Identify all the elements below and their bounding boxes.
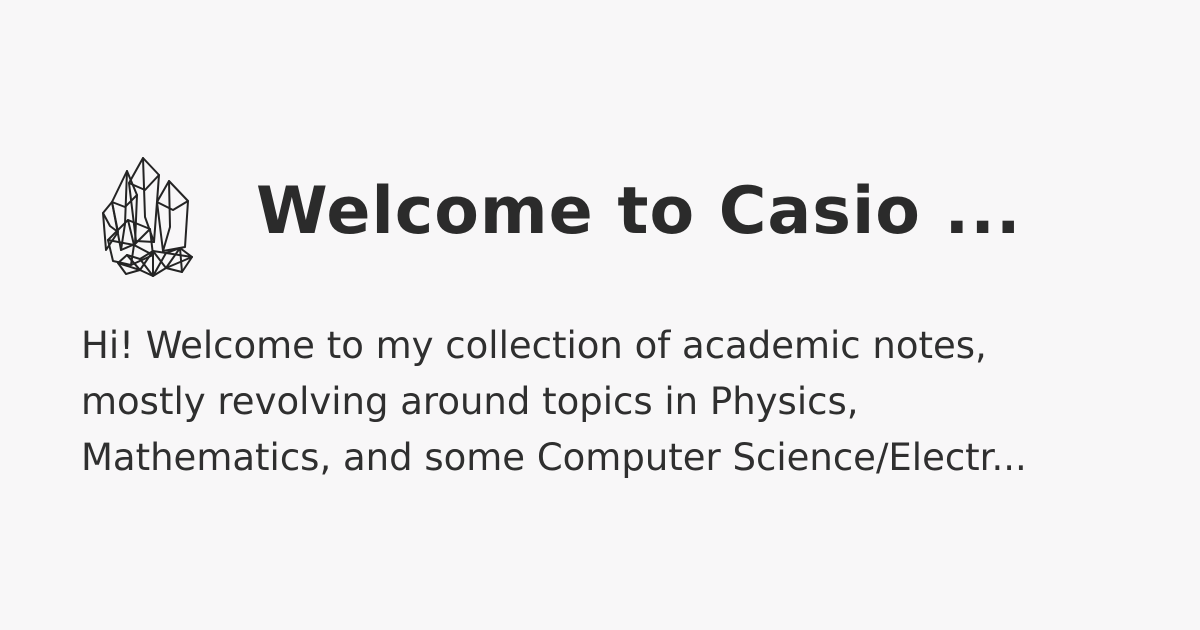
page-title: Welcome to Casio ... xyxy=(256,174,1022,249)
social-preview-card: Welcome to Casio ... Hi! Welcome to my c… xyxy=(0,0,1200,630)
crystal-cluster-icon xyxy=(98,150,194,278)
description-line: Hi! Welcome to my collection of academic… xyxy=(81,324,987,367)
description-line: mostly revolving around topics in Physic… xyxy=(81,380,859,423)
description-line: Mathematics, and some Computer Science/E… xyxy=(81,436,1027,479)
page-description: Hi! Welcome to my collection of academic… xyxy=(81,318,1151,486)
